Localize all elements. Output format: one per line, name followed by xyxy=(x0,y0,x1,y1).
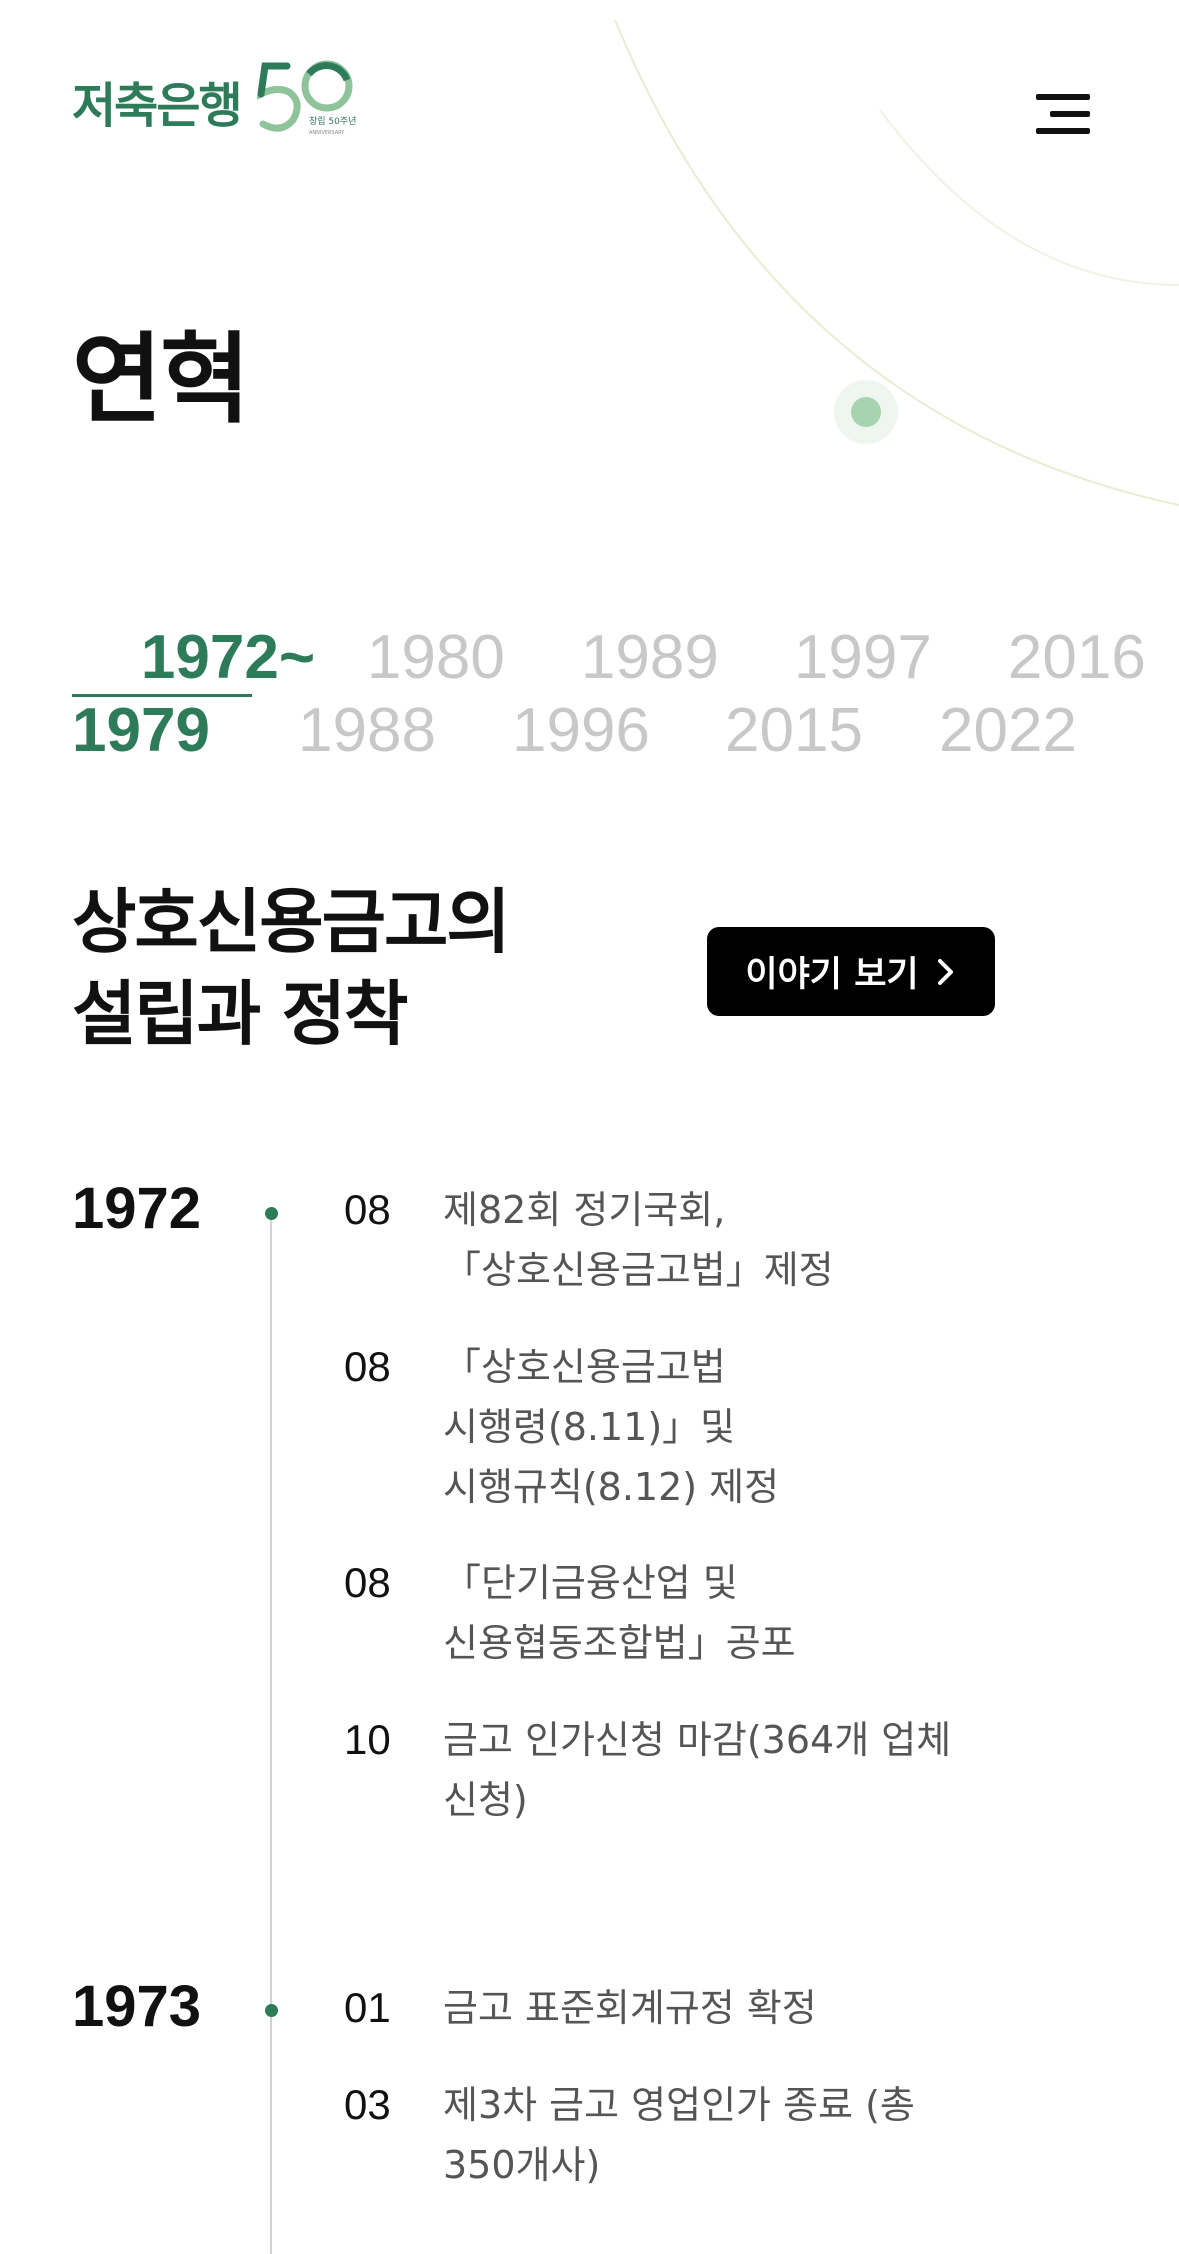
fifty-anniversary-mark: 창립 50주년 ANNIVERSARY xyxy=(257,60,356,136)
timeline-year: 1972 xyxy=(72,1176,202,1241)
view-story-button[interactable]: 이야기 보기 xyxy=(707,927,995,1016)
tab-2016-2022[interactable]: 2016 2022 xyxy=(939,548,1146,840)
tab-label: 1997 2015 xyxy=(725,623,932,765)
event-month: 08 xyxy=(344,1343,391,1390)
page-title: 연혁 xyxy=(72,323,250,437)
view-story-label: 이야기 보기 xyxy=(745,955,919,995)
event-text: 「상호신용금고법 시행령(8.11)」및 시행규칙(8.12) 제정 xyxy=(443,1345,780,1509)
menu-line xyxy=(1050,111,1090,117)
event-month: 01 xyxy=(344,1984,391,2031)
era-title: 상호신용금고의 설립과 정착 xyxy=(72,881,511,1055)
menu-line xyxy=(1036,94,1090,100)
event-month: 08 xyxy=(344,1559,391,1606)
logo-badge-text: 창립 50주년 xyxy=(309,116,356,127)
logo-text: 저축은행 xyxy=(72,78,243,134)
tab-1972-1979[interactable]: 1972~ 1979 xyxy=(72,548,315,913)
site-header: 저축은행 창립 50주년 ANNIVERSARY xyxy=(0,0,1179,200)
logo-badge-subtext: ANNIVERSARY xyxy=(309,130,345,136)
tab-label: 1980 1988 xyxy=(298,623,505,765)
tab-1997-2015[interactable]: 1997 2015 xyxy=(725,548,932,840)
event-text: 제82회 정기국회, 「상호신용금고법」제정 xyxy=(443,1188,834,1292)
tab-1980-1988[interactable]: 1980 1988 xyxy=(298,548,505,840)
event-text: 「단기금융산업 및 신용협동조합법」공포 xyxy=(443,1561,796,1665)
event-month: 03 xyxy=(344,2081,391,2128)
event-text: 제3차 금고 영업인가 종료 (총 350개사) xyxy=(443,2083,915,2187)
period-tabs: 1972~ 1979 1980 1988 1989 1996 1997 2015… xyxy=(72,548,1146,765)
active-tab-underline xyxy=(72,694,252,697)
timeline-dot xyxy=(265,1207,278,1220)
chevron-right-icon xyxy=(937,958,953,985)
event-text: 금고 표준회계규정 확정 xyxy=(443,1986,817,2030)
menu-line xyxy=(1036,128,1090,134)
timeline-dot xyxy=(265,2004,278,2017)
event-month: 10 xyxy=(344,1716,391,1763)
hamburger-icon[interactable] xyxy=(1034,88,1094,138)
event-text: 금고 인가신청 마감(364개 업체 신청) xyxy=(443,1718,952,1822)
timeline-line xyxy=(270,1214,272,2254)
brand-logo[interactable]: 저축은행 창립 50주년 ANNIVERSARY xyxy=(72,60,356,136)
timeline-year: 1973 xyxy=(72,1974,202,2039)
tab-label: 2016 2022 xyxy=(939,623,1146,765)
tab-label: 1989 1996 xyxy=(512,623,719,765)
tab-1989-1996[interactable]: 1989 1996 xyxy=(512,548,719,840)
event-month: 08 xyxy=(344,1186,391,1233)
